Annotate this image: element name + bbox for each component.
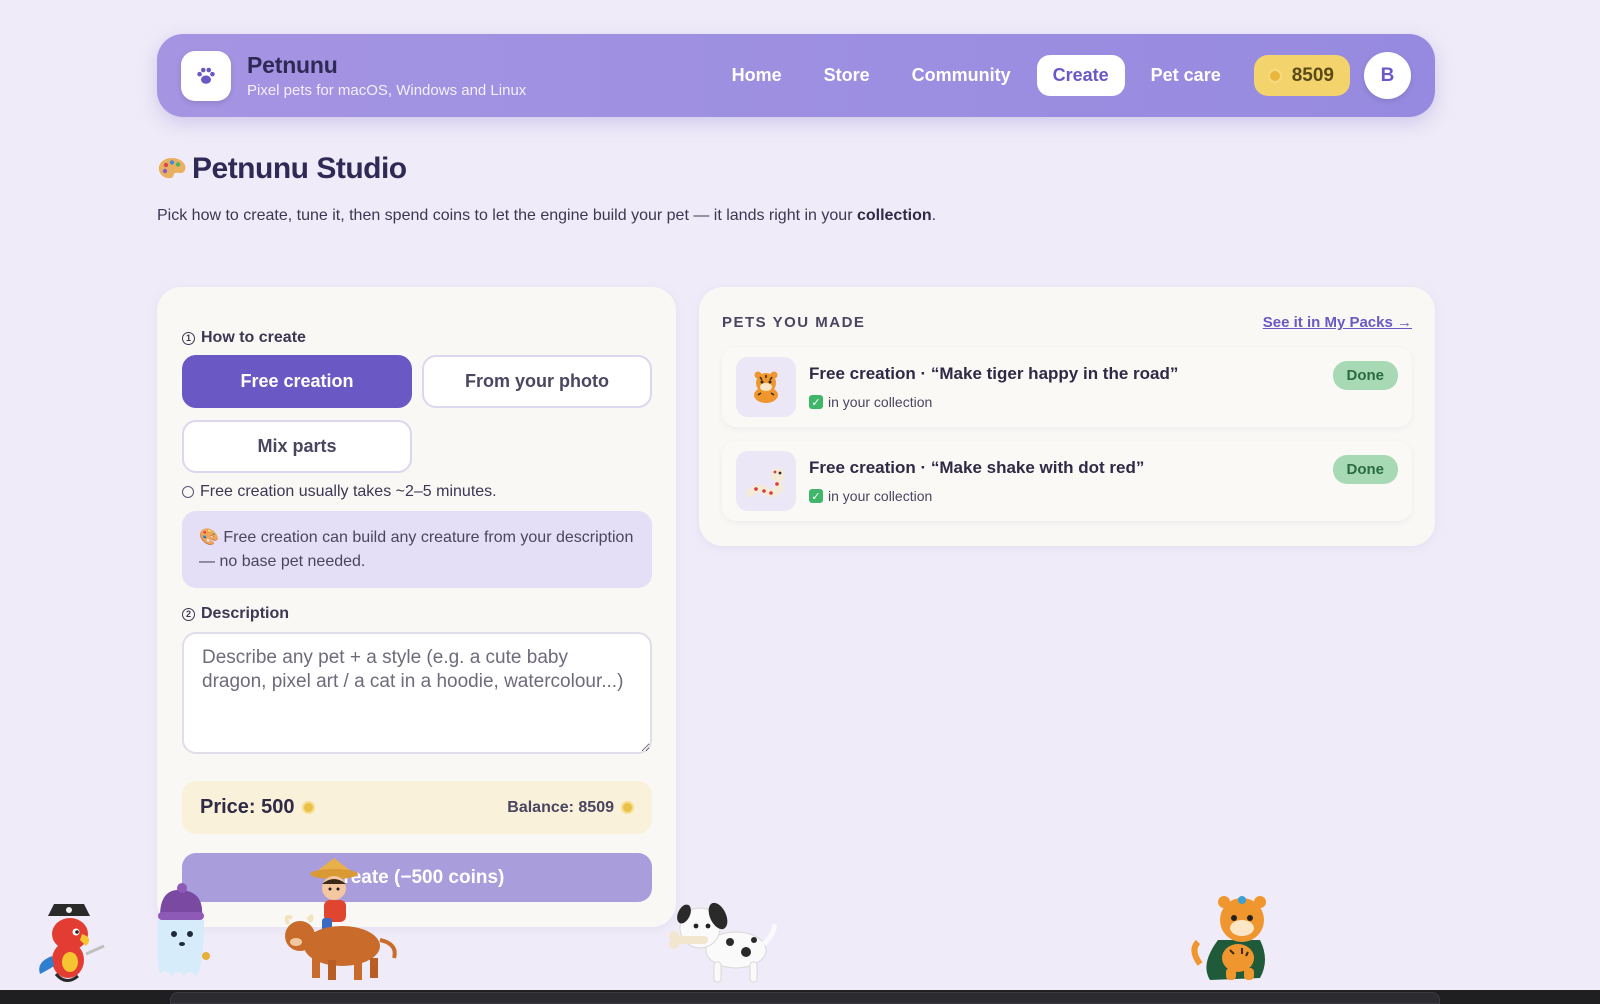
nav-pet-care[interactable]: Pet care — [1135, 55, 1237, 96]
page-desc-prefix: Pick how to create, tune it, then spend … — [157, 207, 857, 224]
done-badge: Done — [1332, 455, 1398, 484]
coin-icon — [621, 801, 634, 814]
balance: Balance: 8509 — [507, 799, 634, 817]
pet-status: ✓ in your collection — [809, 394, 1178, 410]
brand: Petnunu Pixel pets for macOS, Windows an… — [247, 52, 526, 99]
pirate-parrot-mascot[interactable] — [26, 896, 112, 988]
option-mix-parts[interactable]: Mix parts — [182, 420, 412, 473]
step-how-to-create: 1 How to create — [182, 329, 306, 347]
price-label: Price: 500 — [200, 796, 295, 818]
timer-icon — [182, 486, 194, 498]
pets-made-title: PETS YOU MADE — [722, 314, 866, 331]
brand-name: Petnunu — [247, 52, 338, 78]
create-panel: 1 How to create Free creation From your … — [157, 287, 676, 927]
palette-small-icon: 🎨 — [199, 529, 219, 546]
duration-hint: Free creation usually takes ~2–5 minutes… — [182, 483, 497, 501]
option-from-photo[interactable]: From your photo — [422, 355, 652, 408]
coin-balance-value: 8509 — [1291, 64, 1334, 86]
create-button[interactable]: Create (−500 coins) — [182, 853, 652, 902]
step-description: 2 Description — [182, 605, 289, 623]
page-description: Pick how to create, tune it, then spend … — [157, 207, 936, 225]
pet-info: Free creation · “Make shake with dot red… — [809, 458, 1144, 504]
page-title: Petnunu Studio — [156, 152, 407, 186]
check-icon: ✓ — [809, 489, 823, 503]
duration-hint-text: Free creation usually takes ~2–5 minutes… — [200, 483, 497, 500]
pet-status-text: in your collection — [828, 394, 933, 410]
page-title-text: Petnunu Studio — [192, 152, 407, 185]
tiger-thumb — [736, 357, 796, 417]
ghost-mascot[interactable] — [146, 882, 216, 984]
info-box: 🎨 Free creation can build any creature f… — [182, 511, 652, 588]
pet-info: Free creation · “Make tiger happy in the… — [809, 364, 1178, 410]
balance-label: Balance: 8509 — [507, 798, 614, 816]
paw-icon — [197, 67, 215, 84]
nav-home[interactable]: Home — [716, 55, 798, 96]
pet-status-text: in your collection — [828, 488, 933, 504]
description-input[interactable] — [182, 632, 652, 754]
pet-row[interactable]: Free creation · “Make tiger happy in the… — [722, 347, 1412, 427]
price-box: Price: 500 Balance: 8509 — [182, 781, 652, 834]
option-free-creation[interactable]: Free creation — [182, 355, 412, 408]
my-packs-link[interactable]: See it in My Packs → — [1263, 314, 1412, 331]
step-2-icon: 2 — [182, 607, 195, 621]
done-badge: Done — [1332, 361, 1398, 390]
boy-riding-ox-mascot[interactable] — [284, 858, 406, 986]
price: Price: 500 — [200, 796, 315, 819]
pets-made-panel: PETS YOU MADE See it in My Packs → Free … — [699, 287, 1435, 546]
check-icon: ✓ — [809, 395, 823, 409]
brand-tagline: Pixel pets for macOS, Windows and Linux — [247, 82, 527, 99]
pet-title: Free creation · “Make tiger happy in the… — [809, 364, 1179, 383]
coin-icon — [1267, 68, 1282, 83]
snake-thumb — [736, 451, 796, 511]
step-1-label: How to create — [201, 329, 306, 346]
pet-title: Free creation · “Make shake with dot red… — [809, 458, 1145, 477]
nav-create[interactable]: Create — [1036, 55, 1125, 96]
page-desc-suffix: . — [931, 207, 937, 224]
tiger-cape-mascot[interactable] — [1190, 890, 1290, 986]
dalmatian-mascot[interactable] — [660, 892, 780, 988]
nav-store[interactable]: Store — [808, 55, 886, 96]
coin-balance[interactable]: 8509 — [1253, 55, 1350, 96]
page-desc-collection: collection — [856, 207, 932, 224]
palette-icon — [158, 158, 186, 179]
step-2-label: Description — [201, 605, 290, 622]
pet-row[interactable]: Free creation · “Make shake with dot red… — [722, 441, 1412, 521]
snake-icon — [746, 468, 785, 498]
main-nav: Home Store Community Create Pet care 850… — [711, 52, 1411, 99]
step-1-icon: 1 — [182, 331, 195, 345]
logo[interactable] — [181, 50, 231, 101]
pet-status: ✓ in your collection — [809, 488, 1144, 504]
coin-icon — [301, 801, 315, 814]
avatar[interactable]: B — [1364, 52, 1411, 99]
top-navbar: Petnunu Pixel pets for macOS, Windows an… — [157, 34, 1435, 117]
tiger-icon — [754, 371, 778, 403]
nav-community[interactable]: Community — [896, 55, 1027, 96]
os-dock[interactable] — [170, 992, 1440, 1004]
info-text: Free creation can build any creature fro… — [199, 529, 634, 570]
pets-made-header: PETS YOU MADE See it in My Packs → — [722, 314, 1412, 331]
